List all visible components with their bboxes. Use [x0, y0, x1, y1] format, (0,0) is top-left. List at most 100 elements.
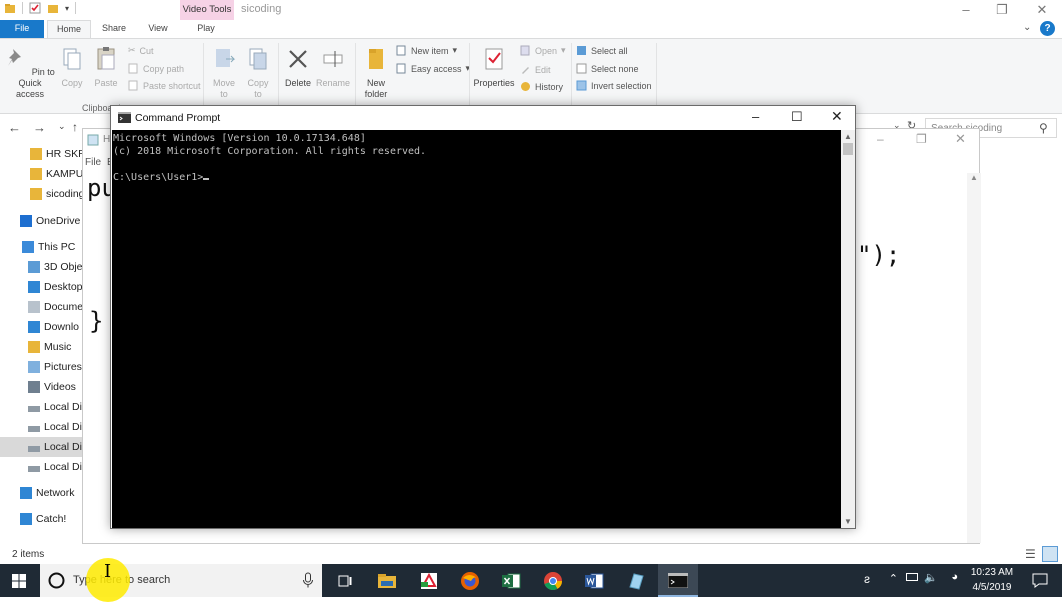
editor-scrollbar[interactable]: ▲ [967, 173, 981, 543]
edit-icon [522, 67, 529, 74]
paste-button[interactable]: Paste [92, 45, 120, 89]
copy-button[interactable]: Copy [58, 45, 86, 89]
properties-button[interactable]: Properties [472, 45, 516, 89]
network-icon [20, 487, 32, 499]
sidebar-item-label: This PC [38, 241, 76, 253]
3d-objects-icon [28, 261, 40, 273]
editor-menu-file[interactable]: File [85, 157, 101, 168]
tab-file[interactable]: File [0, 20, 44, 38]
maximize-button[interactable]: ❐ [987, 1, 1017, 19]
forward-arrow-icon[interactable]: → [33, 120, 46, 135]
select-none-button[interactable]: Select none [576, 63, 639, 74]
command-prompt-window[interactable]: Command Prompt – ☐ ✕ Microsoft Windows [… [110, 105, 856, 529]
copy-to-button[interactable]: Copy to [244, 45, 272, 100]
acrobat-icon[interactable] [417, 569, 441, 593]
copy-to-label: Copy to [247, 78, 269, 99]
editor-code-line: } [89, 307, 104, 335]
battery-icon[interactable] [906, 573, 918, 581]
clock-time[interactable]: 10:23 AM [964, 567, 1020, 578]
history-icon [521, 82, 530, 91]
editor-close-button[interactable]: ✕ [955, 131, 966, 147]
recent-locations-icon[interactable]: ⌄ [58, 121, 66, 132]
show-hidden-icons-icon[interactable]: ⌃ [889, 572, 898, 585]
taskbar-cmd-active[interactable] [658, 564, 698, 597]
new-folder-icon[interactable] [47, 2, 59, 14]
rename-button[interactable]: Rename [316, 45, 350, 89]
editor-maximize-button[interactable]: ❐ [916, 132, 927, 146]
item-count: 2 items [12, 549, 45, 560]
tab-view[interactable]: View [137, 20, 179, 38]
invert-selection-button[interactable]: Invert selection [576, 80, 652, 91]
cmd-title-bar[interactable]: Command Prompt – ☐ ✕ [111, 106, 855, 130]
excel-icon[interactable] [499, 569, 523, 593]
delete-label: Delete [284, 78, 311, 88]
drive-icon [28, 406, 40, 412]
cmd-taskbar-icon [668, 573, 688, 588]
minimize-button[interactable]: – [951, 1, 981, 19]
delete-button[interactable]: Delete [283, 45, 313, 89]
cmd-close-button[interactable]: ✕ [831, 108, 843, 125]
notepad-app-icon[interactable] [624, 569, 648, 593]
sidebar-item-label: Desktop [44, 281, 83, 293]
scroll-up-icon[interactable]: ▲ [841, 132, 855, 141]
select-all-button[interactable]: Select all [576, 45, 628, 56]
windows-start-icon[interactable] [12, 574, 26, 588]
new-folder-button[interactable]: New folder [360, 45, 392, 100]
catch-icon [20, 513, 32, 525]
qat-dropdown-icon[interactable]: ▾ [65, 4, 69, 13]
copy-label: Copy [61, 78, 83, 88]
wifi-icon[interactable]: ◕ [951, 571, 958, 583]
tab-share[interactable]: Share [92, 20, 136, 38]
move-to-button[interactable]: Move to [210, 45, 238, 100]
action-center-icon[interactable] [1032, 573, 1048, 588]
open-button[interactable]: Open ▾ [520, 45, 566, 56]
easy-access-button[interactable]: Easy access ▾ [396, 63, 470, 74]
clock-date[interactable]: 4/5/2019 [964, 582, 1020, 593]
cmd-maximize-button[interactable]: ☐ [791, 109, 803, 125]
cut-button[interactable]: ✂ Cut [128, 45, 154, 56]
scroll-thumb[interactable] [843, 143, 853, 155]
folder-icon [30, 188, 42, 200]
cmd-scrollbar[interactable]: ▲ ▼ [841, 130, 855, 528]
select-none-icon [576, 63, 587, 74]
copy-path-button[interactable]: Copy path [128, 63, 184, 74]
people-icon[interactable]: ƨ [864, 572, 870, 586]
properties-check-icon[interactable] [29, 2, 41, 14]
details-view-icon[interactable]: ☰ [1025, 547, 1036, 561]
task-view-icon[interactable] [333, 569, 357, 593]
tab-play[interactable]: Play [184, 20, 228, 38]
file-explorer-icon[interactable] [375, 569, 399, 593]
help-icon[interactable]: ? [1040, 21, 1055, 36]
paste-shortcut-label: Paste shortcut [143, 80, 201, 91]
back-arrow-icon[interactable]: ← [8, 120, 21, 135]
select-all-label: Select all [591, 45, 628, 56]
cmd-minimize-button[interactable]: – [752, 109, 759, 124]
cortana-icon[interactable] [48, 572, 65, 589]
close-button[interactable]: ✕ [1027, 1, 1057, 19]
large-icons-view-icon[interactable] [1042, 546, 1058, 562]
editor-minimize-button[interactable]: – [877, 132, 884, 146]
sidebar-item-label: Videos [44, 381, 76, 393]
up-arrow-icon[interactable]: ↑ [72, 120, 78, 134]
ribbon-collapse-icon[interactable]: ⌄ [1023, 22, 1031, 33]
chrome-icon[interactable] [541, 569, 565, 593]
drive-icon [28, 426, 40, 432]
cmd-console[interactable]: Microsoft Windows [Version 10.0.17134.64… [112, 130, 841, 528]
tab-home[interactable]: Home [47, 20, 91, 38]
move-to-icon [216, 49, 236, 67]
new-item-button[interactable]: New item ▾ [396, 45, 457, 56]
microphone-icon[interactable] [302, 572, 314, 589]
taskbar-search-box[interactable]: Type here to search [40, 564, 322, 597]
move-to-label: Move to [212, 78, 235, 99]
scroll-down-icon[interactable]: ▼ [841, 517, 855, 526]
paste-shortcut-button[interactable]: Paste shortcut [128, 80, 201, 91]
invert-selection-icon [576, 80, 587, 91]
firefox-icon[interactable] [458, 569, 482, 593]
scroll-up-icon[interactable]: ▲ [967, 173, 981, 182]
volume-icon[interactable]: 🔈 [924, 571, 938, 584]
edit-button[interactable]: Edit [520, 64, 551, 75]
history-button[interactable]: History [520, 81, 563, 92]
word-icon[interactable] [582, 569, 606, 593]
pin-to-quick-access-button[interactable]: Pin to Quick access [4, 45, 56, 100]
search-icon[interactable]: ⚲ [1039, 121, 1048, 135]
